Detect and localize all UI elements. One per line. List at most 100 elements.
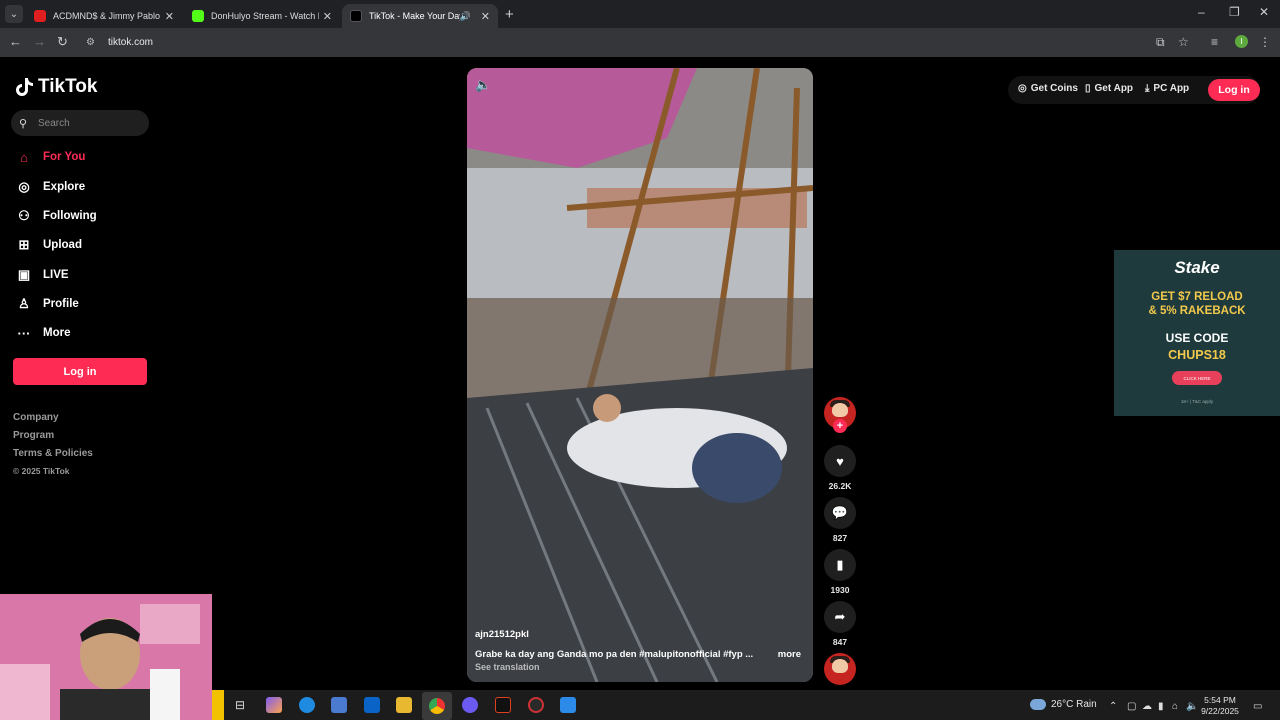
window-app-icon[interactable]: [560, 697, 576, 713]
youtube-favicon-icon: [34, 10, 46, 22]
chrome-taskbar-button[interactable]: [422, 692, 452, 720]
weather-widget[interactable]: 26°C Rain: [1030, 699, 1097, 710]
tab-title: ACDMND$ & Jimmy Pablo - IC$: [53, 11, 161, 21]
taskbar-clock[interactable]: 5:54 PM 9/22/2025: [1198, 695, 1242, 717]
ad-fine-print: 18+ | T&C apply: [1180, 399, 1214, 404]
address-bar[interactable]: ⚙ tiktok.com: [80, 32, 1180, 53]
profile-avatar[interactable]: I: [1235, 35, 1248, 48]
tab-title: TikTok - Make Your Day: [369, 11, 460, 21]
get-coins-button[interactable]: ◎ Get Coins: [1018, 83, 1078, 94]
tab-search-dropdown[interactable]: ⌄: [5, 5, 23, 23]
browser-toolbar: ← → ↻ ⚙ tiktok.com ⧉ ☆ ≡ ⋮: [0, 28, 1280, 57]
volume-icon[interactable]: 🔈: [475, 77, 491, 93]
tiktok-favicon-icon: [350, 10, 362, 22]
file-explorer-icon[interactable]: [396, 697, 412, 713]
share-count: 847: [832, 637, 848, 647]
follow-plus-icon[interactable]: +: [833, 419, 847, 433]
new-tab-button[interactable]: +: [505, 6, 514, 23]
tiktok-logo[interactable]: TikTok: [16, 76, 97, 98]
tab-donhulyo[interactable]: DonHulyo Stream - Watch Live ✕: [184, 4, 340, 28]
video-player[interactable]: 🔈 ajn21512pkl Grabe ka day ang Ganda mo …: [467, 68, 813, 682]
edge-icon[interactable]: [299, 697, 315, 713]
site-info-icon[interactable]: ⚙: [86, 37, 98, 49]
minimize-icon[interactable]: –: [1198, 5, 1205, 19]
tray-chevron-icon[interactable]: ⌃: [1109, 701, 1117, 712]
more-dots-icon: ···: [17, 325, 31, 341]
speaker-icon[interactable]: 🔈: [1186, 701, 1198, 712]
top-right-header: ◎ Get Coins ▯ Get App ⤓ PC App Log in: [1008, 76, 1260, 104]
notifications-icon[interactable]: ▭: [1253, 701, 1262, 712]
outlook-icon[interactable]: [364, 697, 380, 713]
sound-avatar[interactable]: [824, 653, 856, 685]
see-translation-link[interactable]: See translation: [475, 662, 805, 672]
compass-icon: ◎: [18, 179, 30, 194]
footer-company-link[interactable]: Company: [13, 412, 93, 430]
menu-kebab-icon[interactable]: ⋮: [1259, 35, 1271, 49]
nav-explore[interactable]: ◎ Explore: [15, 177, 135, 197]
onedrive-icon[interactable]: ☁: [1142, 701, 1152, 712]
search-placeholder: Search: [38, 117, 70, 129]
copilot-icon[interactable]: [266, 697, 282, 713]
obs-icon[interactable]: [528, 697, 544, 713]
footer-program-link[interactable]: Program: [13, 430, 93, 448]
get-app-button[interactable]: ▯ Get App: [1085, 83, 1133, 94]
mic-icon[interactable]: ▮: [1158, 701, 1164, 712]
store-icon[interactable]: [331, 697, 347, 713]
comment-count: 827: [832, 533, 848, 543]
weather-text: 26°C Rain: [1051, 699, 1097, 710]
caption-more-button[interactable]: more: [778, 649, 801, 660]
network-icon[interactable]: ⌂: [1172, 701, 1178, 712]
nav-profile[interactable]: ♙ Profile: [15, 294, 135, 314]
media-controls-icon[interactable]: ≡: [1211, 35, 1218, 49]
comment-icon: 💬: [831, 505, 849, 520]
live-tv-icon: ▣: [17, 267, 31, 282]
nav-for-you[interactable]: ⌂ For You: [15, 147, 135, 167]
ad-headline-1: GET $7 RELOAD: [1151, 291, 1243, 303]
video-info: ajn21512pkl Grabe ka day ang Ganda mo pa…: [475, 629, 805, 672]
header-login-button[interactable]: Log in: [1208, 79, 1260, 101]
footer-terms-link[interactable]: Terms & Policies: [13, 448, 93, 466]
reload-icon[interactable]: ↻: [57, 34, 68, 50]
install-app-icon[interactable]: ⧉: [1156, 35, 1165, 50]
close-window-icon[interactable]: ✕: [1259, 5, 1269, 19]
sidebar-login-button[interactable]: Log in: [13, 358, 147, 385]
forward-icon[interactable]: →: [33, 34, 46, 49]
close-tab-icon[interactable]: ✕: [165, 10, 174, 23]
discord-icon[interactable]: [462, 697, 478, 713]
nav-label: Following: [43, 210, 97, 222]
tray-app-icon[interactable]: ▢: [1127, 701, 1136, 712]
close-tab-icon[interactable]: ✕: [323, 10, 332, 23]
ad-cta-button[interactable]: CLICK HERE: [1172, 371, 1222, 385]
video-username[interactable]: ajn21512pkl: [475, 629, 805, 640]
restore-icon[interactable]: ❐: [1229, 5, 1240, 19]
nav-label: Upload: [43, 239, 82, 251]
nav-more[interactable]: ··· More: [15, 323, 135, 343]
search-input[interactable]: ⚲ Search: [11, 110, 149, 136]
nav-live[interactable]: ▣ LIVE: [15, 265, 135, 285]
app-icon[interactable]: [495, 697, 511, 713]
tab-acdmnd[interactable]: ACDMND$ & Jimmy Pablo - IC$ ✕: [26, 4, 182, 28]
like-button[interactable]: ♥: [824, 445, 856, 477]
nav-upload[interactable]: ⊞ Upload: [15, 235, 135, 255]
pc-app-button[interactable]: ⤓ PC App: [1145, 83, 1189, 94]
nav-label: LIVE: [43, 269, 69, 281]
sidebar-footer: Company Program Terms & Policies © 2025 …: [13, 412, 93, 484]
ad-headline-2: & 5% RAKEBACK: [1148, 305, 1246, 317]
back-icon[interactable]: ←: [9, 34, 22, 49]
tab-tiktok[interactable]: TikTok - Make Your Day 🔊 ✕: [342, 4, 498, 28]
person-icon: ⚇: [18, 208, 30, 223]
nav-following[interactable]: ⚇ Following: [15, 206, 135, 226]
heart-icon: ♥: [836, 453, 844, 469]
coin-icon: ◎: [1018, 83, 1027, 94]
share-button[interactable]: ➦: [824, 601, 856, 633]
video-frame: [467, 68, 813, 682]
ad-promo-code: CHUPS18: [1168, 348, 1226, 362]
audio-playing-icon[interactable]: 🔊: [460, 11, 471, 22]
comment-button[interactable]: 💬: [824, 497, 856, 529]
save-button[interactable]: ▮: [824, 549, 856, 581]
bookmark-star-icon[interactable]: ☆: [1178, 35, 1189, 49]
logo-text: TikTok: [38, 76, 98, 97]
close-tab-icon[interactable]: ✕: [481, 10, 490, 23]
stake-ad-banner[interactable]: Stake GET $7 RELOAD & 5% RAKEBACK USE CO…: [1114, 250, 1280, 416]
task-view-icon[interactable]: ⊟: [233, 698, 247, 712]
